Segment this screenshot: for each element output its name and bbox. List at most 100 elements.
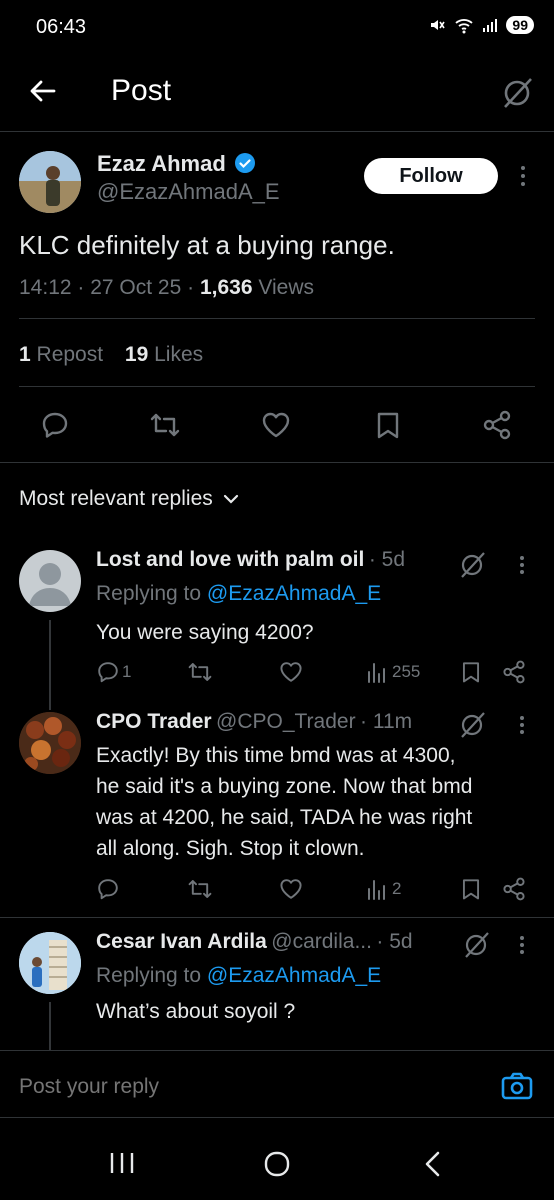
reply-text: You were saying 4200?	[96, 621, 314, 644]
reply-text-line: all along. Sigh. Stop it clown.	[96, 837, 365, 860]
recent-apps-icon[interactable]	[108, 1150, 136, 1176]
reply-time: · 5d	[376, 930, 413, 953]
avatar[interactable]	[19, 932, 81, 994]
views-count: 255	[392, 662, 421, 681]
author-handle[interactable]: @EzazAhmadA_E	[97, 179, 280, 205]
analytics-icon	[366, 660, 388, 684]
divider	[0, 462, 554, 463]
avatar[interactable]	[19, 712, 81, 774]
more-options-icon[interactable]	[514, 934, 530, 956]
repost-icon[interactable]	[186, 877, 214, 901]
post-time: 14:12	[19, 276, 72, 299]
like-icon[interactable]	[278, 660, 304, 684]
top-bar: Post	[0, 56, 554, 132]
reply-time: · 11m	[360, 710, 413, 733]
system-nav-bar	[0, 1118, 554, 1200]
likes-label: Likes	[154, 343, 204, 366]
camera-icon[interactable]	[500, 1071, 534, 1101]
reply-text: Exactly! By this time bmd was at 4300, h…	[96, 740, 546, 864]
avatar[interactable]	[19, 550, 81, 612]
reply-header: Cesar Ivan Ardila @cardila... · 5d	[96, 930, 413, 954]
page-title: Post	[111, 74, 172, 107]
replying-to: Replying to @EzazAhmadA_E	[96, 964, 381, 988]
post-date: 27 Oct 25	[90, 276, 182, 299]
replying-to: Replying to @EzazAhmadA_E	[96, 582, 381, 606]
replies-sort-label: Most relevant replies	[19, 487, 213, 510]
reply-author-handle[interactable]: @CPO_Trader	[216, 710, 356, 733]
more-options-icon[interactable]	[514, 554, 530, 576]
analytics-icon	[366, 877, 388, 901]
back-arrow-icon[interactable]	[28, 76, 58, 106]
views-action[interactable]: 255	[366, 660, 420, 684]
reply-text: What’s about soyoil ?	[96, 1000, 296, 1023]
battery-indicator: 99	[506, 16, 534, 34]
author-info[interactable]: Ezaz Ahmad @EzazAhmadA_E	[97, 151, 280, 205]
status-time: 06:43	[36, 16, 87, 38]
reply-text-line: he said it's a buying zone. Now that bmd	[96, 775, 473, 798]
reply-input[interactable]	[19, 1075, 290, 1099]
reply-action[interactable]: 1	[96, 660, 131, 684]
home-icon[interactable]	[263, 1150, 291, 1178]
likes-stat[interactable]: 19 Likes	[125, 343, 203, 366]
grok-icon[interactable]	[500, 76, 534, 110]
bookmark-icon[interactable]	[374, 410, 402, 440]
mute-icon	[428, 16, 446, 34]
share-icon[interactable]	[482, 410, 512, 440]
reply-icon[interactable]	[96, 877, 120, 901]
follow-button[interactable]: Follow	[364, 158, 498, 194]
reposts-stat[interactable]: 1 Repost	[19, 343, 109, 366]
reply-header: Lost and love with palm oil · 5d	[96, 548, 405, 572]
avatar[interactable]	[19, 151, 81, 213]
repost-icon[interactable]	[148, 410, 182, 440]
reply-icon	[96, 660, 120, 684]
more-options-icon[interactable]	[514, 714, 530, 736]
reply-count: 1	[122, 662, 132, 681]
post-stats: 1 Repost 19 Likes	[19, 343, 203, 367]
signal-icon	[482, 17, 498, 33]
verified-badge-icon	[234, 152, 256, 174]
post-meta: 14:12 · 27 Oct 25 · 1,636 Views	[19, 276, 315, 299]
like-icon[interactable]	[278, 877, 304, 901]
replying-to-prefix: Replying to	[96, 582, 202, 605]
grok-icon[interactable]	[458, 711, 486, 739]
post-text: KLC definitely at a buying range.	[19, 230, 395, 260]
divider	[19, 318, 535, 319]
replying-to-handle[interactable]: @EzazAhmadA_E	[207, 582, 381, 605]
views-count: 2	[392, 879, 402, 898]
chevron-down-icon	[223, 493, 239, 505]
replies-sort-dropdown[interactable]: Most relevant replies	[19, 487, 239, 511]
replying-to-handle[interactable]: @EzazAhmadA_E	[207, 964, 381, 987]
reply-compose-bar	[0, 1050, 554, 1118]
replying-to-prefix: Replying to	[96, 964, 202, 987]
status-bar: 06:43 99	[0, 0, 554, 56]
thread-line	[49, 620, 51, 710]
grok-icon[interactable]	[458, 551, 486, 579]
divider	[0, 917, 554, 918]
like-icon[interactable]	[260, 410, 292, 440]
share-icon[interactable]	[502, 877, 526, 901]
reply-author-handle[interactable]: @cardila...	[271, 930, 372, 953]
views-action[interactable]: 2	[366, 877, 401, 901]
reposts-count: 1	[19, 343, 31, 366]
status-icons: 99	[428, 16, 534, 34]
repost-icon[interactable]	[186, 660, 214, 684]
share-icon[interactable]	[502, 660, 526, 684]
thread-line	[49, 1002, 51, 1050]
reply-text-line: Exactly! By this time bmd was at 4300,	[96, 744, 456, 767]
bookmark-icon[interactable]	[460, 877, 482, 901]
likes-count: 19	[124, 343, 149, 366]
views-count: 1,636	[199, 276, 253, 299]
author-name[interactable]: Ezaz Ahmad	[97, 151, 226, 176]
bookmark-icon[interactable]	[460, 660, 482, 684]
divider	[19, 386, 535, 387]
reply-header: CPO Trader @CPO_Trader · 11m	[96, 710, 412, 734]
reply-text-line: was at 4200, he said, TADA he was right	[96, 806, 473, 829]
reply-time: · 5d	[368, 548, 405, 571]
reply-icon[interactable]	[40, 410, 70, 440]
reply-author-name[interactable]: Cesar Ivan Ardila	[96, 930, 267, 953]
reply-author-name[interactable]: Lost and love with palm oil	[96, 548, 364, 571]
back-icon[interactable]	[422, 1150, 444, 1178]
more-options-icon[interactable]	[513, 164, 533, 188]
grok-icon[interactable]	[462, 931, 490, 959]
reply-author-name[interactable]: CPO Trader	[96, 710, 212, 733]
